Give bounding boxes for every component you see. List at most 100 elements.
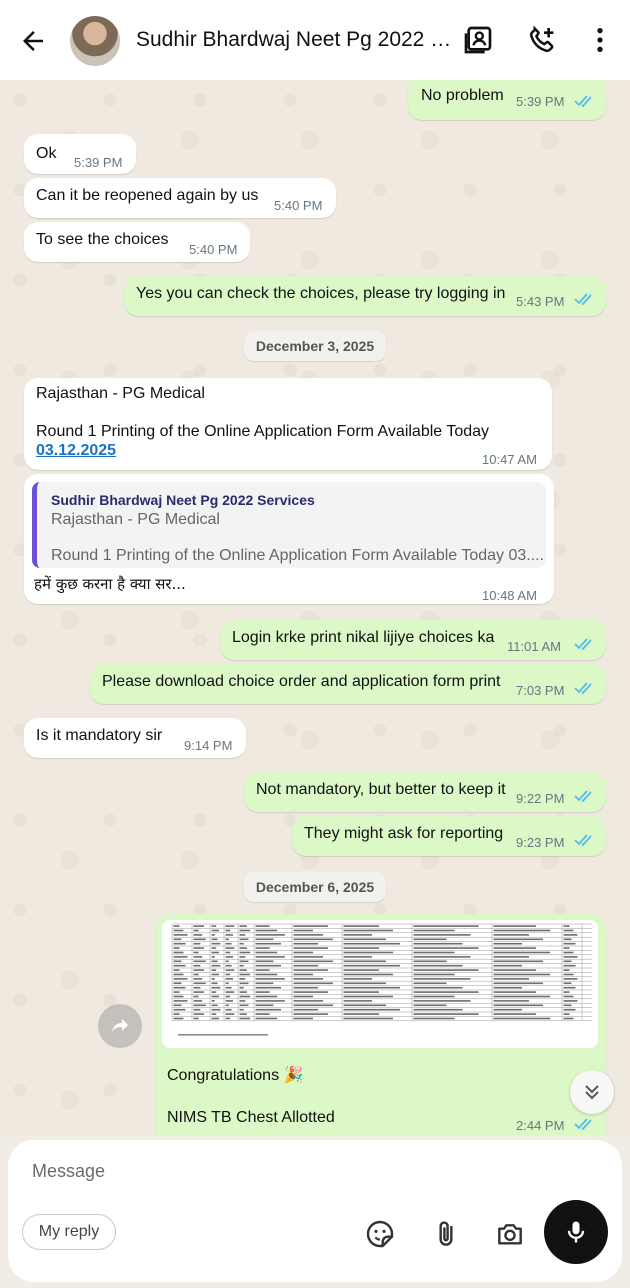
table-cell-text	[225, 973, 231, 976]
table-cell-text	[343, 973, 393, 976]
contact-card-icon[interactable]	[462, 24, 494, 56]
message-link[interactable]: 03.12.2025	[36, 441, 116, 461]
table-cell-text	[211, 978, 215, 980]
table-cell-text	[563, 951, 574, 954]
table-cell-text	[225, 942, 232, 945]
message-outgoing[interactable]: No problem 5:39 PM	[408, 80, 606, 120]
message-text-line: Rajasthan - PG Medical	[36, 385, 205, 402]
table-cell-text	[239, 929, 251, 932]
table-cell-text	[293, 1008, 318, 1011]
table-cell-text	[493, 964, 522, 967]
message-text: Can it be reopened again by us	[36, 187, 259, 204]
table-cell-text	[413, 986, 463, 989]
table-cell-text	[255, 986, 281, 989]
table-cell-text	[225, 986, 232, 989]
quoted-sender: Sudhir Bhardwaj Neet Pg 2022 Services	[51, 492, 315, 508]
attached-image[interactable]	[162, 920, 598, 1048]
scroll-to-bottom-button[interactable]	[570, 1070, 614, 1114]
microphone-icon	[567, 1221, 585, 1243]
table-cell-text	[173, 938, 182, 941]
message-time: 9:23 PM	[516, 835, 565, 850]
table-cell-text	[343, 1013, 379, 1015]
table-cell-text	[563, 973, 574, 976]
attachment-icon[interactable]	[430, 1218, 462, 1250]
table-cell-text	[413, 938, 447, 941]
table-cell-text	[193, 964, 201, 967]
message-text: No problem	[421, 87, 504, 104]
back-arrow-icon[interactable]	[18, 26, 48, 56]
message-outgoing[interactable]: Login krke print nikal lijiye choices ka…	[220, 620, 606, 660]
table-cell-text	[173, 934, 188, 936]
message-outgoing-image[interactable]: Congratulations 🎉 NIMS TB Chest Allotted…	[156, 914, 606, 1136]
table-cell-text	[563, 1008, 576, 1011]
message-time: 5:40 PM	[274, 198, 323, 213]
table-cell-text	[193, 1013, 204, 1015]
read-ticks-icon	[574, 682, 592, 695]
image-caption: NIMS TB Chest Allotted	[167, 1109, 335, 1126]
table-cell-text	[413, 1000, 471, 1002]
read-ticks-icon	[574, 1118, 592, 1131]
quoted-message[interactable]: Sudhir Bhardwaj Neet Pg 2022 Services Ra…	[32, 482, 546, 568]
table-cell-text	[193, 947, 204, 949]
table-cell-text	[413, 951, 455, 954]
table-cell-text	[343, 951, 393, 954]
message-incoming-reply[interactable]: Sudhir Bhardwaj Neet Pg 2022 Services Ra…	[24, 474, 554, 604]
sticker-icon[interactable]	[364, 1218, 396, 1250]
message-incoming[interactable]: Is it mandatory sir 9:14 PM	[24, 718, 246, 758]
message-incoming[interactable]: Ok 5:39 PM	[24, 134, 136, 174]
table-cell-text	[563, 978, 578, 980]
table-cell-text	[239, 969, 247, 971]
table-cell-text	[225, 1017, 231, 1020]
table-cell-text	[493, 982, 543, 985]
message-incoming[interactable]: Can it be reopened again by us 5:40 PM	[24, 178, 336, 218]
table-cell-text	[211, 1013, 217, 1015]
message-outgoing[interactable]: They might ask for reporting 9:23 PM	[292, 816, 606, 856]
message-outgoing[interactable]: Not mandatory, but better to keep it 9:2…	[244, 772, 606, 812]
table-cell-text	[239, 947, 247, 949]
table-cell-text	[563, 991, 570, 993]
voice-record-button[interactable]	[544, 1200, 608, 1264]
table-cell-text	[173, 960, 182, 963]
table-cell-text	[493, 929, 550, 932]
message-time: 7:03 PM	[516, 683, 565, 698]
table-cell-text	[255, 1013, 270, 1015]
table-cell-text	[343, 929, 393, 932]
more-options-icon[interactable]	[584, 24, 616, 56]
message-outgoing[interactable]: Yes you can check the choices, please tr…	[124, 276, 606, 316]
table-cell-text	[173, 982, 182, 985]
table-cell-text	[193, 938, 206, 941]
table-cell-text	[493, 995, 550, 998]
message-outgoing[interactable]: Please download choice order and applica…	[90, 664, 606, 704]
table-cell-text	[211, 1000, 215, 1002]
table-cell-text	[255, 991, 270, 993]
double-chevron-down-icon	[585, 1085, 599, 1100]
table-cell-text	[493, 960, 543, 963]
table-cell-text	[493, 969, 536, 971]
chat-area[interactable]: No problem 5:39 PM Ok 5:39 PM Can it be …	[0, 80, 630, 1136]
table-cell-text	[413, 973, 455, 976]
table-cell-text	[239, 986, 244, 989]
table-cell-text	[255, 995, 278, 998]
table-cell-text	[563, 925, 570, 927]
contact-name[interactable]: Sudhir Bhardwaj Neet Pg 2022 Ser...	[136, 28, 452, 52]
table-cell-text	[225, 982, 229, 985]
add-call-icon[interactable]	[526, 24, 558, 56]
message-time: 5:40 PM	[189, 242, 238, 257]
table-cell-text	[413, 929, 455, 932]
avatar[interactable]	[70, 16, 120, 66]
table-cell-text	[239, 978, 246, 980]
table-cell-text	[225, 991, 235, 993]
message-incoming[interactable]: To see the choices 5:40 PM	[24, 222, 250, 262]
table-cell-text	[293, 986, 318, 989]
message-incoming[interactable]: Rajasthan - PG Medical Round 1 Printing …	[24, 378, 552, 470]
table-cell-text	[193, 991, 204, 993]
my-reply-button[interactable]: My reply	[22, 1214, 116, 1250]
table-cell-text	[193, 934, 203, 936]
message-text: Yes you can check the choices, please tr…	[136, 285, 506, 302]
camera-icon[interactable]	[494, 1218, 526, 1250]
read-ticks-icon	[574, 638, 592, 651]
message-input[interactable]	[32, 1156, 432, 1186]
read-ticks-icon	[574, 834, 592, 847]
forward-button[interactable]	[98, 1004, 142, 1048]
table-cell-text	[343, 991, 379, 993]
